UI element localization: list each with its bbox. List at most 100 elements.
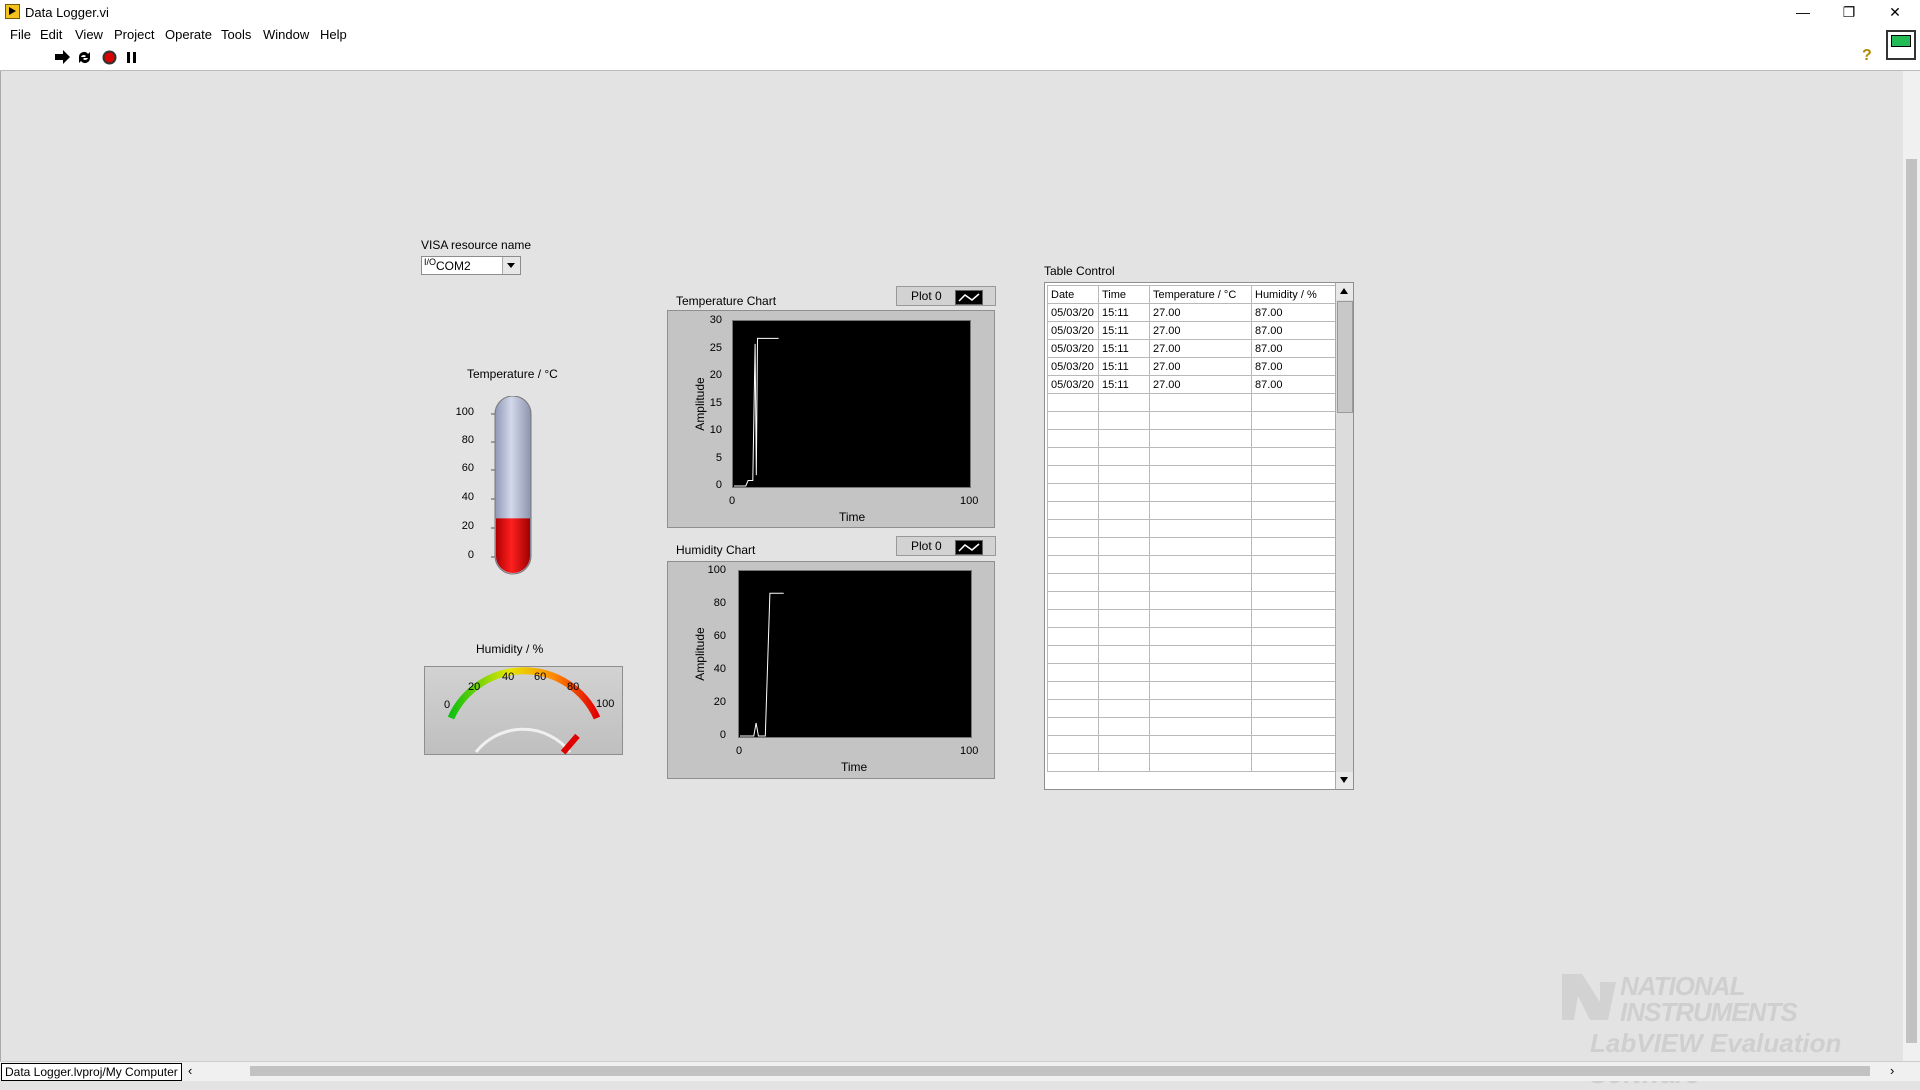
cell-date[interactable]: 05/03/20 bbox=[1047, 357, 1099, 376]
table-cell-empty[interactable] bbox=[1047, 753, 1099, 772]
table-cell-empty[interactable] bbox=[1098, 519, 1150, 538]
table-cell-empty[interactable] bbox=[1047, 699, 1099, 718]
cell-date[interactable]: 05/03/20 bbox=[1047, 303, 1099, 322]
scroll-left-arrow-icon[interactable]: ‹ bbox=[188, 1063, 192, 1078]
cell-temperature[interactable]: 27.00 bbox=[1149, 321, 1252, 340]
humidity-plot-legend[interactable]: Plot 0 bbox=[896, 536, 996, 556]
table-cell-empty[interactable] bbox=[1098, 393, 1150, 412]
table-row-empty[interactable] bbox=[1047, 429, 1336, 448]
minimize-button[interactable]: — bbox=[1780, 0, 1826, 25]
table-cell-empty[interactable] bbox=[1098, 627, 1150, 646]
column-header-temperature[interactable]: Temperature / °C bbox=[1149, 285, 1252, 304]
table-row[interactable]: 05/03/20 15:11 27.00 87.00 bbox=[1047, 321, 1336, 340]
menu-operate[interactable]: Operate bbox=[165, 27, 212, 42]
table-cell-empty[interactable] bbox=[1047, 519, 1099, 538]
table-row-empty[interactable] bbox=[1047, 483, 1336, 502]
table-cell-empty[interactable] bbox=[1149, 663, 1252, 682]
run-arrow-icon[interactable] bbox=[54, 49, 71, 66]
humidity-plot-area[interactable] bbox=[738, 570, 972, 738]
table-cell-empty[interactable] bbox=[1098, 483, 1150, 502]
table-cell-empty[interactable] bbox=[1149, 465, 1252, 484]
column-header-date[interactable]: Date bbox=[1047, 285, 1099, 304]
table-cell-empty[interactable] bbox=[1098, 645, 1150, 664]
table-row-empty[interactable] bbox=[1047, 753, 1336, 772]
table-cell-empty[interactable] bbox=[1251, 519, 1336, 538]
data-table[interactable]: Date Time Temperature / °C Humidity / % … bbox=[1047, 285, 1336, 772]
close-button[interactable]: ✕ bbox=[1872, 0, 1918, 25]
table-cell-empty[interactable] bbox=[1149, 393, 1252, 412]
scroll-thumb[interactable] bbox=[1337, 301, 1353, 413]
table-cell-empty[interactable] bbox=[1098, 501, 1150, 520]
table-cell-empty[interactable] bbox=[1098, 735, 1150, 754]
table-cell-empty[interactable] bbox=[1098, 537, 1150, 556]
table-cell-empty[interactable] bbox=[1149, 501, 1252, 520]
table-row[interactable]: 05/03/20 15:11 27.00 87.00 bbox=[1047, 303, 1336, 322]
table-row-empty[interactable] bbox=[1047, 699, 1336, 718]
cell-time[interactable]: 15:11 bbox=[1098, 339, 1150, 358]
panel-scroll-thumb[interactable] bbox=[1906, 159, 1917, 1043]
table-cell-empty[interactable] bbox=[1098, 609, 1150, 628]
table-cell-empty[interactable] bbox=[1251, 609, 1336, 628]
table-cell-empty[interactable] bbox=[1251, 465, 1336, 484]
table-cell-empty[interactable] bbox=[1149, 627, 1252, 646]
pause-icon[interactable] bbox=[123, 49, 140, 66]
table-row-empty[interactable] bbox=[1047, 681, 1336, 700]
table-cell-empty[interactable] bbox=[1047, 501, 1099, 520]
context-help-button[interactable]: ? bbox=[1862, 47, 1876, 65]
table-row-empty[interactable] bbox=[1047, 645, 1336, 664]
table-row-empty[interactable] bbox=[1047, 519, 1336, 538]
cell-humidity[interactable]: 87.00 bbox=[1251, 339, 1336, 358]
table-cell-empty[interactable] bbox=[1149, 609, 1252, 628]
table-cell-empty[interactable] bbox=[1047, 627, 1099, 646]
table-cell-empty[interactable] bbox=[1149, 699, 1252, 718]
table-cell-empty[interactable] bbox=[1098, 447, 1150, 466]
table-vertical-scrollbar[interactable] bbox=[1335, 283, 1353, 789]
table-cell-empty[interactable] bbox=[1149, 717, 1252, 736]
table-cell-empty[interactable] bbox=[1047, 735, 1099, 754]
cell-date[interactable]: 05/03/20 bbox=[1047, 321, 1099, 340]
table-cell-empty[interactable] bbox=[1047, 645, 1099, 664]
cell-date[interactable]: 05/03/20 bbox=[1047, 375, 1099, 394]
table-control[interactable]: Date Time Temperature / °C Humidity / % … bbox=[1044, 282, 1354, 790]
table-cell-empty[interactable] bbox=[1047, 483, 1099, 502]
restore-button[interactable]: ❐ bbox=[1826, 0, 1872, 25]
table-cell-empty[interactable] bbox=[1251, 447, 1336, 466]
table-cell-empty[interactable] bbox=[1149, 735, 1252, 754]
table-cell-empty[interactable] bbox=[1149, 555, 1252, 574]
table-cell-empty[interactable] bbox=[1251, 573, 1336, 592]
cell-temperature[interactable]: 27.00 bbox=[1149, 375, 1252, 394]
table-row-empty[interactable] bbox=[1047, 735, 1336, 754]
table-cell-empty[interactable] bbox=[1047, 429, 1099, 448]
table-cell-empty[interactable] bbox=[1047, 663, 1099, 682]
table-row-empty[interactable] bbox=[1047, 609, 1336, 628]
table-row-empty[interactable] bbox=[1047, 465, 1336, 484]
table-row-empty[interactable] bbox=[1047, 627, 1336, 646]
table-cell-empty[interactable] bbox=[1047, 393, 1099, 412]
scroll-right-arrow-icon[interactable]: › bbox=[1890, 1063, 1894, 1078]
cell-temperature[interactable]: 27.00 bbox=[1149, 303, 1252, 322]
table-cell-empty[interactable] bbox=[1098, 465, 1150, 484]
table-cell-empty[interactable] bbox=[1149, 645, 1252, 664]
visa-resource-control[interactable]: I/O COM2 bbox=[421, 256, 521, 275]
table-cell-empty[interactable] bbox=[1098, 699, 1150, 718]
column-header-humidity[interactable]: Humidity / % bbox=[1251, 285, 1336, 304]
scroll-up-arrow-icon[interactable] bbox=[1336, 283, 1353, 300]
table-cell-empty[interactable] bbox=[1251, 717, 1336, 736]
table-cell-empty[interactable] bbox=[1251, 753, 1336, 772]
table-cell-empty[interactable] bbox=[1251, 663, 1336, 682]
table-cell-empty[interactable] bbox=[1251, 591, 1336, 610]
table-cell-empty[interactable] bbox=[1098, 591, 1150, 610]
table-row-empty[interactable] bbox=[1047, 501, 1336, 520]
table-cell-empty[interactable] bbox=[1251, 645, 1336, 664]
table-cell-empty[interactable] bbox=[1047, 717, 1099, 736]
table-cell-empty[interactable] bbox=[1047, 465, 1099, 484]
cell-time[interactable]: 15:11 bbox=[1098, 357, 1150, 376]
table-cell-empty[interactable] bbox=[1149, 429, 1252, 448]
abort-icon[interactable] bbox=[101, 49, 118, 66]
menu-tools[interactable]: Tools bbox=[221, 27, 251, 42]
table-row[interactable]: 05/03/20 15:11 27.00 87.00 bbox=[1047, 375, 1336, 394]
menu-file[interactable]: File bbox=[10, 27, 31, 42]
table-cell-empty[interactable] bbox=[1251, 627, 1336, 646]
table-cell-empty[interactable] bbox=[1098, 663, 1150, 682]
table-cell-empty[interactable] bbox=[1251, 429, 1336, 448]
